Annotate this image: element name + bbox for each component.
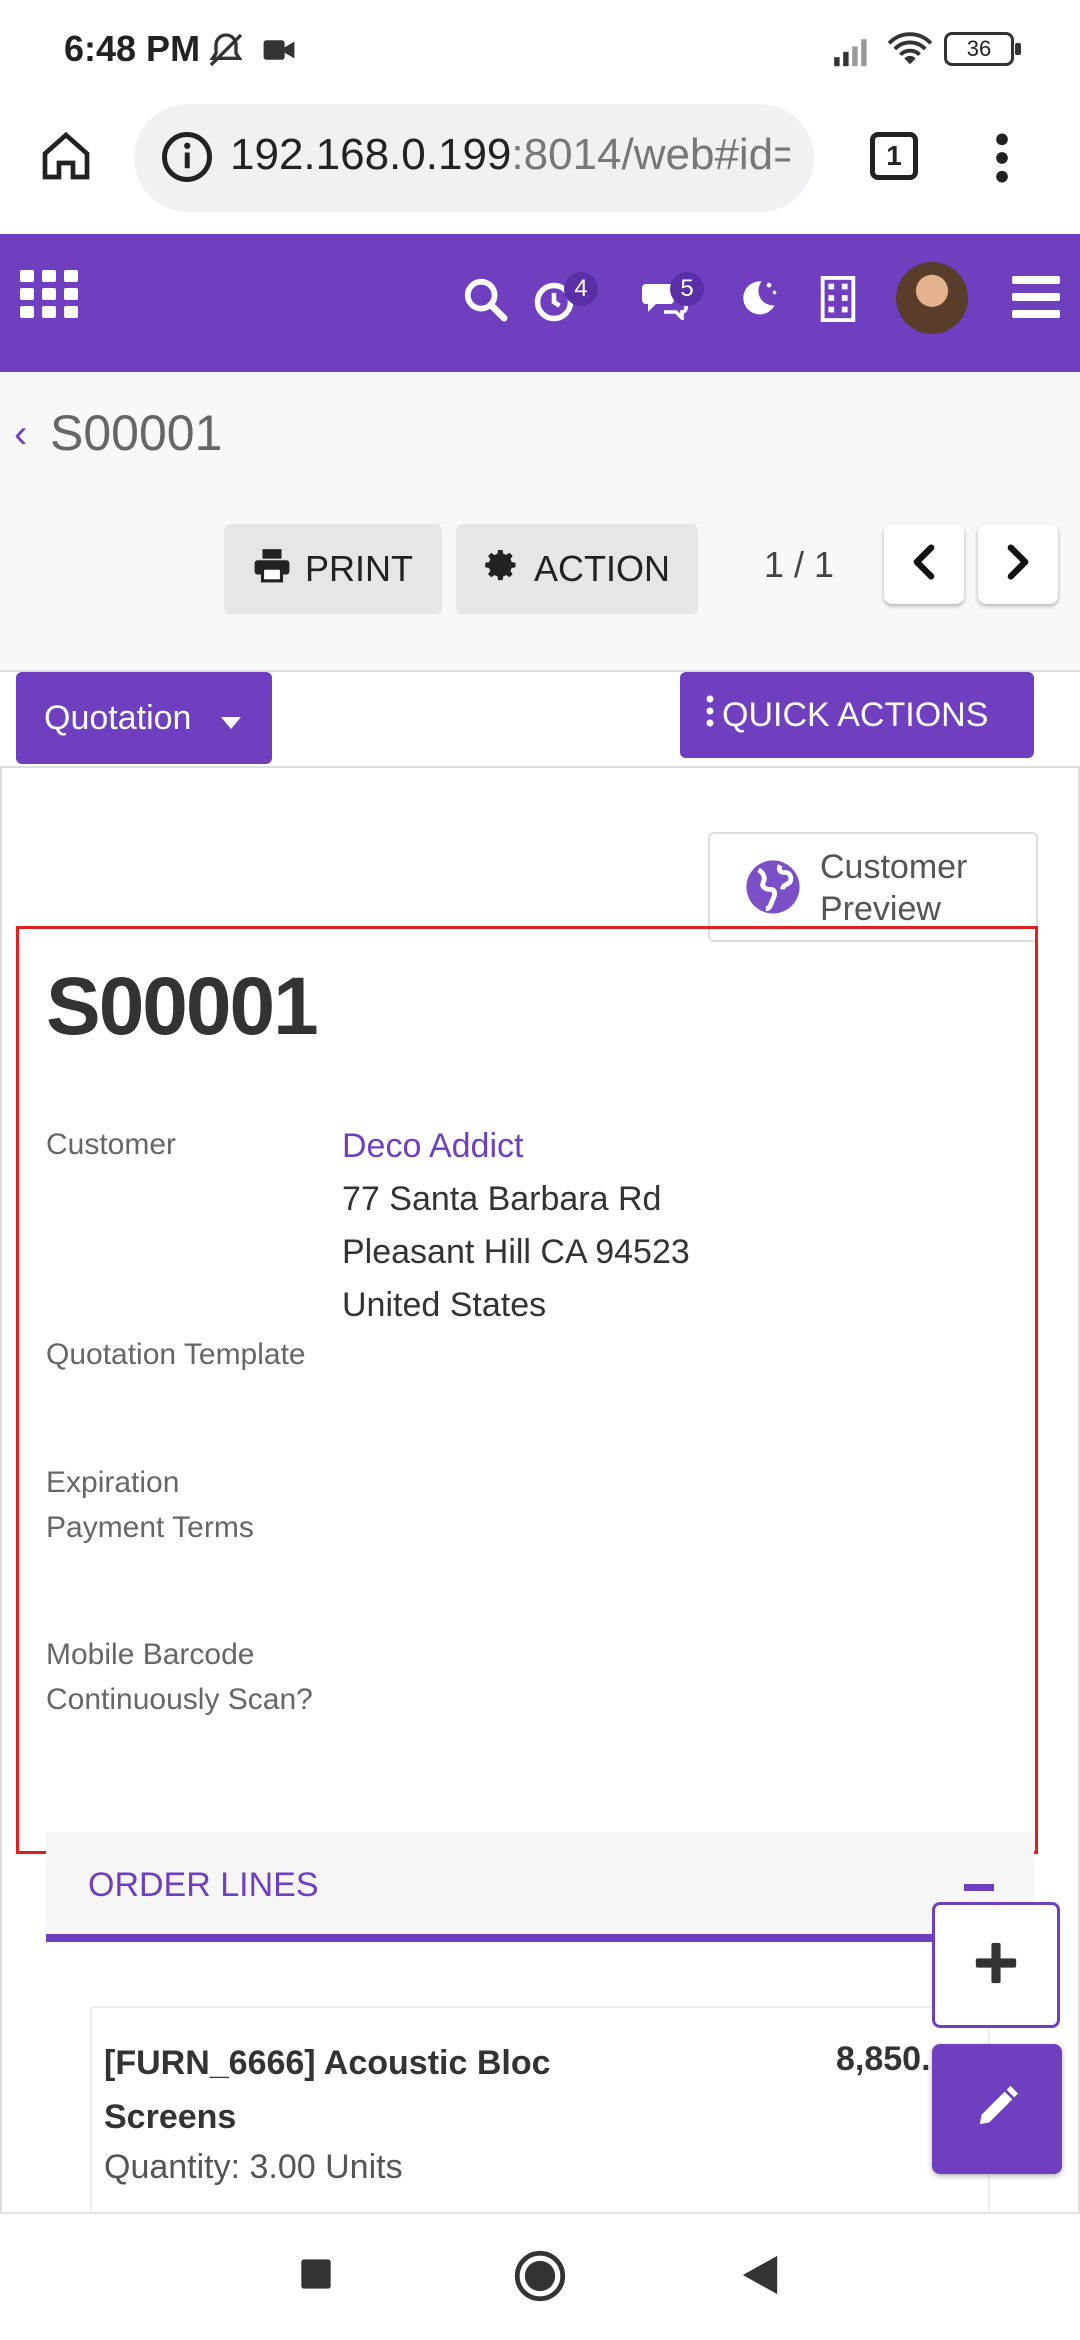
order-line-product: [FURN_6666] Acoustic Bloc Screens [104,2044,551,2136]
action-button[interactable]: ACTION [456,524,698,614]
quick-actions-button[interactable]: QUICK ACTIONS [680,672,1034,758]
address-line-3: United States [342,1286,547,1324]
collapse-minus-icon[interactable] [964,1884,994,1891]
dark-mode-moon-icon[interactable] [736,276,780,325]
customer-preview-line2: Preview [820,890,941,928]
order-reference: S00001 [46,961,319,1052]
url-path: :8014/web#id= [511,130,790,179]
edit-button[interactable] [932,2044,1062,2174]
action-label: ACTION [533,548,670,589]
signal-icon [832,32,876,73]
expiration-label: Expiration [46,1466,180,1499]
home-icon[interactable] [38,128,94,189]
gear-icon [484,547,520,592]
battery-icon: 36 [944,32,1021,66]
globe-icon [744,858,802,921]
address-line-2: Pleasant Hill CA 94523 [342,1233,690,1271]
order-line-price: 8,850. [836,2040,931,2078]
continuously-scan-line: Continuously Scan? [46,1683,313,1716]
tab-switcher-button[interactable]: 1 [870,132,918,180]
pager-previous-button[interactable] [884,524,964,604]
address-line-1: 77 Santa Barbara Rd [342,1180,662,1218]
customer-name-link[interactable]: Deco Addict [342,1120,842,1173]
breadcrumb-title[interactable]: S00001 [50,404,222,462]
payment-terms-field[interactable] [342,1503,1002,1547]
chevron-right-icon [1003,543,1033,585]
stage-label: Quotation [44,698,192,737]
pencil-icon [974,2084,1020,2135]
mobile-barcode-label: Mobile Barcode Continuously Scan? [46,1632,313,1722]
recents-square-icon[interactable] [300,2258,332,2295]
customer-field[interactable]: Deco Addict 77 Santa Barbara Rd Pleasant… [342,1120,842,1332]
stage-dropdown[interactable]: Quotation [16,672,272,764]
pager-value[interactable]: 1 / 1 [764,544,834,586]
customer-preview-line1: Customer [820,848,968,886]
messages-badge: 5 [670,272,704,306]
video-icon [262,36,296,69]
print-label: PRINT [305,548,413,589]
company-building-icon[interactable] [820,276,856,327]
printer-icon [253,547,291,592]
customer-label: Customer [46,1128,177,1161]
home-circle-icon[interactable] [514,2250,566,2307]
vertical-dots-icon [706,695,714,736]
caret-down-icon [221,699,242,738]
continuously-scan-checkbox[interactable] [342,1680,382,1720]
customer-preview-label: Customer Preview [820,846,1030,930]
chevron-left-icon [909,543,939,585]
quotation-template-label: Quotation Template [46,1338,306,1371]
search-icon[interactable] [462,276,508,327]
url-host: 192.168.0.199 [230,130,512,179]
back-triangle-icon[interactable] [740,2254,780,2301]
wifi-icon [886,30,934,73]
pager-next-button[interactable] [978,524,1058,604]
expiration-field[interactable] [342,1458,1002,1502]
mute-icon [206,30,246,75]
add-line-button[interactable] [932,1902,1060,2028]
order-lines-title: ORDER LINES [88,1866,319,1904]
activity-badge: 4 [564,272,598,306]
plus-icon [974,1941,1018,1990]
quotation-template-field[interactable] [342,1328,1002,1378]
info-icon[interactable] [160,130,214,189]
hamburger-menu-icon[interactable] [1012,276,1060,323]
payment-terms-label: Payment Terms [46,1511,254,1544]
mobile-barcode-line: Mobile Barcode [46,1638,255,1671]
url-text[interactable]: 192.168.0.199:8014/web#id= [230,130,790,180]
apps-grid-icon[interactable] [20,270,78,323]
overflow-menu-icon[interactable] [990,130,1014,191]
order-line-quantity: Quantity: 3.00 Units [104,2148,403,2186]
breadcrumb-back-icon[interactable]: ‹ [14,412,27,457]
status-time: 6:48 PM [64,28,201,69]
print-button[interactable]: PRINT [224,524,442,614]
quick-actions-label: QUICK ACTIONS [722,695,989,734]
user-avatar[interactable] [896,262,968,334]
